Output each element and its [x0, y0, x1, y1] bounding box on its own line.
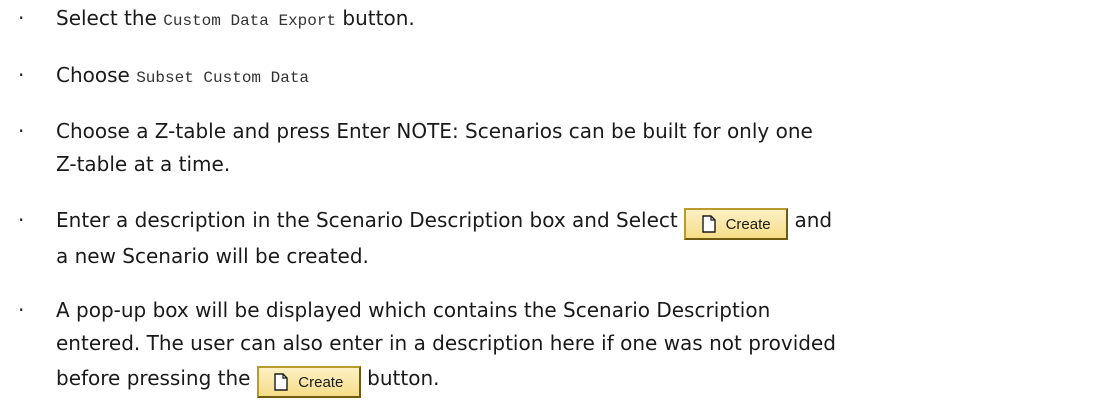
step-text-line: A pop-up box will be displayed which con…: [56, 298, 771, 322]
step-text: Choose Subset Custom Data: [56, 59, 1106, 95]
step-text: Select the Custom Data Export button.: [56, 2, 1106, 38]
step-text-prefix: Enter a description in the Scenario Desc…: [56, 208, 685, 232]
step-text-line: entered. The user can also enter in a de…: [56, 331, 836, 355]
step-text-prefix: Select the: [56, 6, 164, 30]
step-text: Choose a Z-table and press Enter NOTE: S…: [56, 115, 1106, 181]
step-text: Enter a description in the Scenario Desc…: [56, 204, 1106, 273]
bullet-point: ·: [18, 119, 25, 143]
step-text-line: Z-table at a time.: [56, 152, 231, 176]
step-text-prefix: Choose: [56, 63, 137, 87]
list-item: · Choose a Z-table and press Enter NOTE:…: [0, 115, 1117, 185]
create-button-label: Create: [298, 373, 344, 391]
subset-custom-data-code: Subset Custom Data: [136, 69, 310, 87]
bullet-point: ·: [18, 6, 25, 30]
list-item: · Select the Custom Data Export button.: [0, 2, 1117, 38]
bullet-point: ·: [18, 208, 25, 232]
step-text: A pop-up box will be displayed which con…: [56, 294, 1106, 398]
step-text-suffix: and: [788, 208, 833, 232]
step-text-line: a new Scenario will be created.: [56, 244, 369, 268]
create-button[interactable]: Create: [256, 366, 361, 398]
list-item: · A pop-up box will be displayed which c…: [0, 294, 1117, 404]
step-text-line: before pressing the Create button.: [56, 362, 440, 398]
custom-data-export-code: Custom Data Export: [163, 12, 337, 30]
step-text-suffix: button.: [336, 6, 415, 30]
step-text-suffix: button.: [360, 366, 440, 390]
document-icon: [701, 215, 716, 233]
create-button-label: Create: [725, 215, 771, 233]
step-text-prefix: before pressing the: [56, 366, 257, 390]
bullet-point: ·: [18, 63, 25, 87]
step-text-line: Choose a Z-table and press Enter NOTE: S…: [56, 119, 813, 143]
create-button[interactable]: Create: [684, 208, 789, 240]
list-item: · Choose Subset Custom Data: [0, 59, 1117, 95]
list-item: · Enter a description in the Scenario De…: [0, 204, 1117, 274]
document-icon: [274, 373, 288, 391]
bullet-point: ·: [18, 298, 25, 322]
